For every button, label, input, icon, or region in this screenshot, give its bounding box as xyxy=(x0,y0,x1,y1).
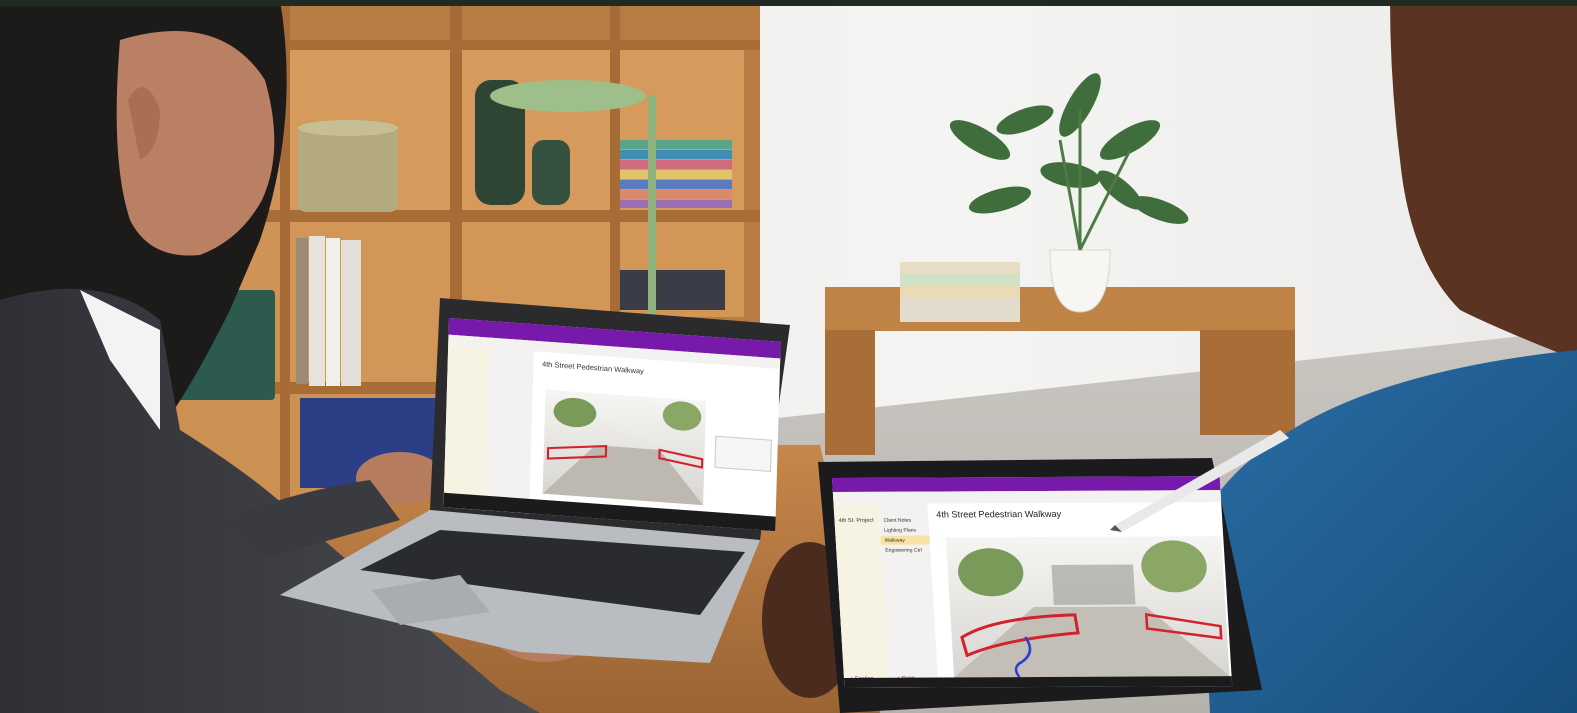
tablet-page-item[interactable]: Lighting Plans xyxy=(884,528,917,534)
laptop-screen: 4th Street Pedestrian Walkway xyxy=(443,318,781,532)
tablet-screen: 4th St. Project Client Notes Lighting Pl… xyxy=(832,476,1233,688)
top-border xyxy=(0,0,1577,6)
tablet-section-item[interactable]: 4th St. Project xyxy=(838,518,874,524)
photo-scene: 4th Street Pedestrian Walkway 4th St. Pr… xyxy=(0,0,1577,713)
tablet-page-item[interactable]: Walkway xyxy=(885,538,906,544)
tablet-page-item[interactable]: Engineering Ctrl xyxy=(885,548,922,554)
photo-illustration: 4th Street Pedestrian Walkway 4th St. Pr… xyxy=(0,0,1577,713)
book-stack xyxy=(620,140,732,208)
tablet-page-title: 4th Street Pedestrian Walkway xyxy=(936,509,1062,520)
tablet-page-item[interactable]: Client Notes xyxy=(883,518,912,524)
